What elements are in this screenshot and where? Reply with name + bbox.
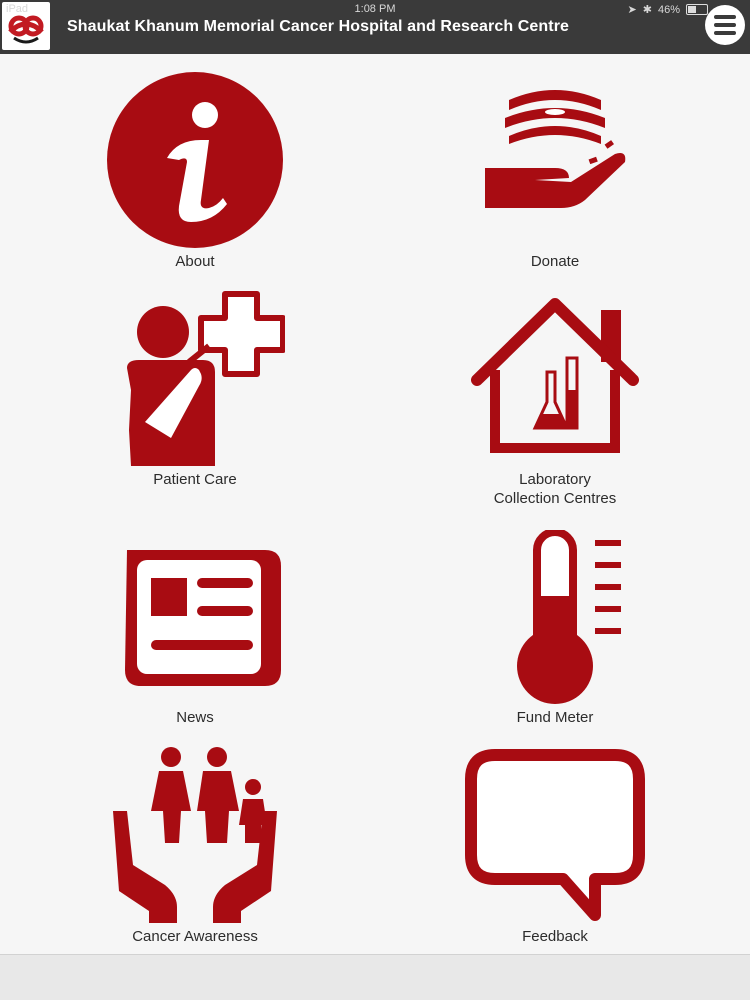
tile-fund-meter-label: Fund Meter bbox=[516, 709, 594, 726]
tile-feedback-label: Feedback bbox=[522, 928, 588, 945]
tile-donate[interactable]: Donate bbox=[445, 70, 665, 270]
tile-laboratory-label: Laboratory Collection Centres bbox=[493, 471, 617, 507]
status-bar: iPad 1:08 PM ➤ ✱ 46% bbox=[0, 0, 750, 20]
battery-icon bbox=[686, 4, 708, 15]
app-title: Shaukat Khanum Memorial Cancer Hospital … bbox=[67, 18, 570, 35]
tile-donate-label: Donate bbox=[530, 253, 580, 270]
tile-cancer-awareness[interactable]: Cancer Awareness bbox=[85, 745, 305, 945]
tile-news-label: News bbox=[176, 709, 214, 726]
tile-laboratory-collection-centres[interactable]: Laboratory Collection Centres bbox=[445, 290, 665, 510]
status-right: ➤ ✱ 46% bbox=[628, 3, 708, 16]
info-icon bbox=[107, 72, 283, 248]
tile-patient-care-label: Patient Care bbox=[153, 471, 237, 488]
tile-cancer-awareness-label: Cancer Awareness bbox=[132, 928, 258, 945]
tile-patient-care[interactable]: Patient Care bbox=[85, 290, 305, 490]
patient-care-icon bbox=[127, 291, 285, 466]
bluetooth-icon: ✱ bbox=[642, 4, 652, 16]
tile-about-label: About bbox=[175, 253, 215, 270]
tile-news[interactable]: News bbox=[85, 530, 305, 730]
newspaper-icon bbox=[125, 550, 281, 686]
tile-feedback[interactable]: Feedback bbox=[445, 745, 665, 945]
battery-percent: 46% bbox=[657, 3, 680, 16]
donate-hand-icon bbox=[485, 90, 626, 208]
laboratory-house-icon bbox=[471, 298, 639, 453]
family-in-hands-icon bbox=[113, 747, 277, 923]
tile-about[interactable]: About bbox=[85, 70, 305, 270]
thermometer-icon bbox=[517, 530, 621, 704]
footer-bar bbox=[0, 954, 750, 1000]
speech-bubble-icon bbox=[465, 749, 645, 921]
location-icon: ➤ bbox=[627, 4, 637, 16]
tile-fund-meter[interactable]: Fund Meter bbox=[445, 530, 665, 730]
